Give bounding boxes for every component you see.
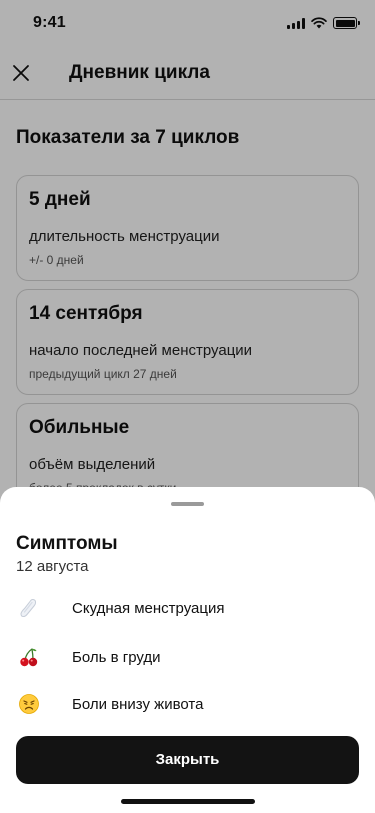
sheet-grabber[interactable]	[171, 502, 204, 506]
symptom-label: Скудная менструация	[72, 600, 225, 617]
sheet-date: 12 августа	[16, 558, 89, 575]
symptom-item: Боли внизу живота	[0, 687, 375, 723]
sheet-title: Симптомы	[16, 533, 118, 554]
home-indicator[interactable]	[121, 799, 255, 804]
symptom-label: Боли внизу живота	[72, 696, 204, 713]
cherries-icon	[20, 648, 38, 667]
symptom-label: Боль в груди	[72, 649, 161, 666]
symptoms-bottom-sheet: Симптомы 12 августа Скудная менструация …	[0, 487, 375, 813]
symptom-item: Скудная менструация	[0, 591, 375, 627]
pained-face-icon	[19, 694, 39, 714]
symptom-item: Боль в груди	[0, 640, 375, 676]
close-button[interactable]: Закрыть	[16, 736, 359, 784]
pad-icon	[20, 598, 37, 617]
